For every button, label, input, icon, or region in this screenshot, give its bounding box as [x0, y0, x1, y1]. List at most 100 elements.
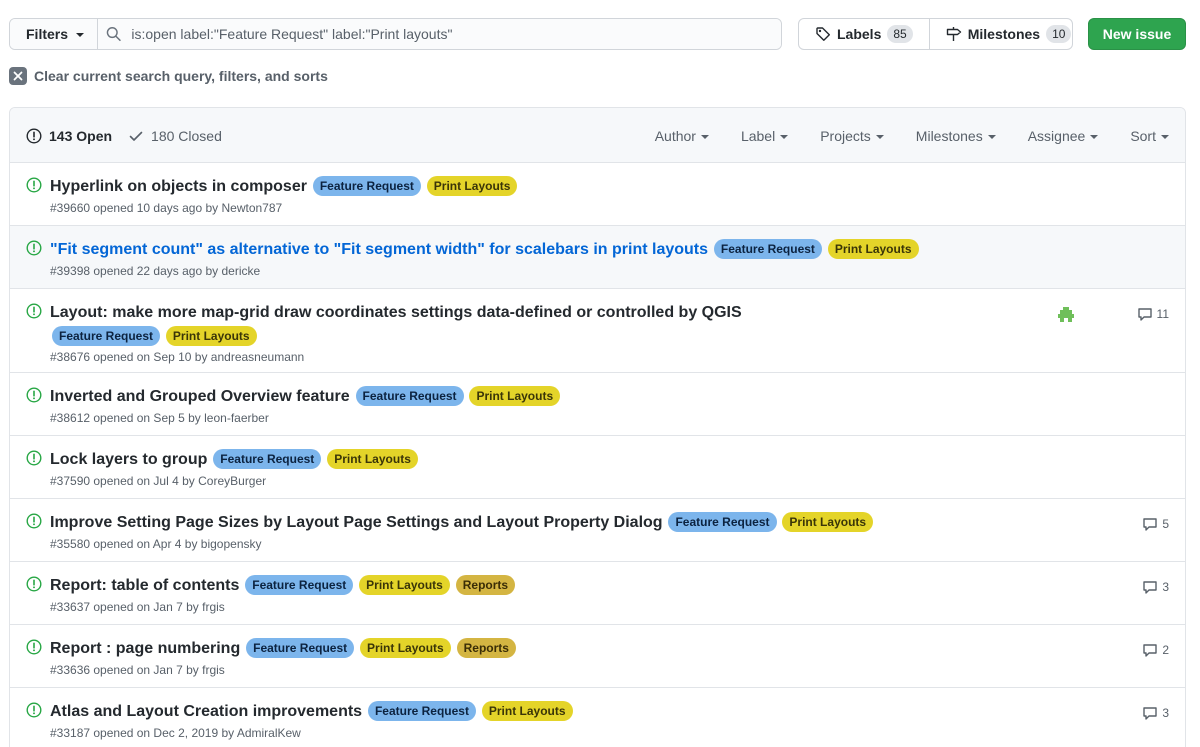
- label-print-layouts[interactable]: Print Layouts: [469, 386, 561, 407]
- issue-row[interactable]: Report: table of contents Feature Reques…: [10, 562, 1185, 625]
- label-print-layouts[interactable]: Print Layouts: [165, 326, 257, 347]
- issue-row[interactable]: "Fit segment count" as alternative to "F…: [10, 226, 1185, 289]
- filters-button[interactable]: Filters: [10, 19, 98, 49]
- milestones-label: Milestones: [967, 26, 1041, 42]
- label-print-layouts[interactable]: Print Layouts: [359, 575, 450, 596]
- label-feature-request[interactable]: Feature Request: [355, 386, 464, 407]
- label-print-layouts[interactable]: Print Layouts: [782, 512, 874, 533]
- open-count: 143 Open: [49, 127, 113, 144]
- issue-title-link[interactable]: Hyperlink on objects in composer: [50, 178, 307, 195]
- projects-filter[interactable]: Projects: [820, 128, 884, 144]
- issue-row[interactable]: Inverted and Grouped Overview feature Fe…: [10, 373, 1185, 436]
- label-print-layouts[interactable]: Print Layouts: [481, 701, 573, 722]
- label-feature-request[interactable]: Feature Request: [245, 575, 354, 596]
- labels-button[interactable]: Labels 85: [799, 19, 929, 49]
- comment-icon: [1143, 707, 1158, 720]
- close-icon: [9, 67, 27, 85]
- chevron-down-icon: [780, 134, 789, 139]
- issue-row[interactable]: Hyperlink on objects in composer Feature…: [10, 163, 1185, 226]
- tag-icon: [816, 27, 830, 41]
- issue-opened-icon: [26, 513, 42, 529]
- avatar-icon[interactable]: [1057, 306, 1075, 324]
- issue-title-link[interactable]: Improve Setting Page Sizes by Layout Pag…: [50, 514, 663, 531]
- comments-link[interactable]: 3: [1142, 579, 1169, 595]
- issue-opened-icon: [26, 450, 42, 466]
- issue-main: Improve Setting Page Sizes by Layout Pag…: [50, 510, 1050, 551]
- issue-row[interactable]: Improve Setting Page Sizes by Layout Pag…: [10, 499, 1185, 562]
- comments-link[interactable]: 5: [1142, 516, 1169, 532]
- issue-main: Report: table of contents Feature Reques…: [50, 573, 1050, 614]
- issue-row[interactable]: Lock layers to group Feature Request Pri…: [10, 436, 1185, 499]
- label-print-layouts[interactable]: Print Layouts: [827, 239, 919, 260]
- author-filter[interactable]: Author: [655, 128, 709, 144]
- issue-meta: #33636 opened on Jan 7 by frgis: [50, 662, 225, 677]
- clear-filters-label: Clear current search query, filters, and…: [34, 68, 328, 84]
- issue-meta: #39660 opened 10 days ago by Newton787: [50, 200, 283, 215]
- milestone-icon: [946, 27, 961, 41]
- closed-issues-tab[interactable]: 180 Closed: [128, 128, 222, 144]
- label-reports[interactable]: Reports: [455, 575, 516, 596]
- label-feature-request[interactable]: Feature Request: [52, 326, 161, 347]
- issue-opened-icon: [26, 702, 42, 718]
- issue-main: Report : page numbering Feature Request …: [50, 636, 1050, 677]
- comments-count: 3: [1162, 706, 1169, 720]
- assignee-filter-label: Assignee: [1027, 127, 1086, 144]
- issue-title-link[interactable]: Lock layers to group: [50, 451, 207, 468]
- projects-filter-label: Projects: [820, 127, 871, 144]
- issue-meta: #33187 opened on Dec 2, 2019 by AdmiralK…: [50, 725, 301, 740]
- issue-opened-icon: [26, 639, 42, 655]
- label-feature-request[interactable]: Feature Request: [246, 638, 355, 659]
- label-print-layouts[interactable]: Print Layouts: [360, 638, 451, 659]
- comments-count: 2: [1162, 643, 1169, 657]
- issue-opened-icon: [26, 240, 42, 256]
- comments-count: 3: [1162, 580, 1169, 594]
- label-reports[interactable]: Reports: [456, 638, 516, 659]
- issue-title-link[interactable]: Layout: make more map-grid draw coordina…: [50, 304, 742, 321]
- issue-row[interactable]: Layout: make more map-grid draw coordina…: [10, 289, 1185, 373]
- issue-main: "Fit segment count" as alternative to "F…: [50, 237, 1050, 278]
- open-issues-tab[interactable]: 143 Open: [26, 128, 112, 144]
- label-feature-request[interactable]: Feature Request: [668, 512, 777, 533]
- filters-label: Filters: [26, 26, 69, 42]
- filters-search-group: Filters: [9, 18, 782, 50]
- comments-link[interactable]: 2: [1142, 642, 1169, 658]
- issue-title-link[interactable]: Atlas and Layout Creation improvements: [50, 703, 362, 720]
- issue-row[interactable]: Atlas and Layout Creation improvements F…: [10, 688, 1185, 747]
- issue-meta: #39398 opened 22 days ago by dericke: [50, 263, 261, 278]
- issue-states: 143 Open 180 Closed: [26, 108, 222, 163]
- sort-filter[interactable]: Sort: [1130, 128, 1169, 144]
- label-filter-label: Label: [740, 127, 776, 144]
- check-icon: [129, 131, 143, 141]
- label-filter[interactable]: Label: [740, 127, 789, 144]
- comments-link[interactable]: 11: [1137, 306, 1169, 322]
- issue-title-line: Atlas and Layout Creation improvements F…: [50, 699, 1050, 723]
- issue-meta: #38676 opened on Sep 10 by andreasneuman…: [50, 349, 305, 364]
- label-feature-request[interactable]: Feature Request: [367, 701, 476, 722]
- milestones-filter[interactable]: Milestones: [916, 128, 996, 144]
- issue-main: Inverted and Grouped Overview feature Fe…: [50, 384, 1050, 425]
- issue-title-line: Report: table of contents Feature Reques…: [50, 573, 1050, 597]
- comments-link[interactable]: 3: [1142, 705, 1169, 721]
- label-print-layouts[interactable]: Print Layouts: [327, 449, 418, 470]
- assignee-filter[interactable]: Assignee: [1028, 128, 1099, 144]
- clear-filters-link[interactable]: Clear current search query, filters, and…: [9, 67, 328, 85]
- search-input[interactable]: [131, 26, 781, 42]
- comment-icon: [1143, 644, 1158, 657]
- issue-title-link[interactable]: "Fit segment count" as alternative to "F…: [50, 241, 708, 258]
- label-feature-request[interactable]: Feature Request: [213, 449, 322, 470]
- label-feature-request[interactable]: Feature Request: [312, 176, 421, 197]
- author-filter-label: Author: [654, 127, 696, 144]
- search-box[interactable]: [98, 19, 781, 49]
- search-icon: [106, 27, 121, 42]
- label-feature-request[interactable]: Feature Request: [713, 239, 822, 260]
- label-print-layouts[interactable]: Print Layouts: [426, 176, 518, 197]
- issue-opened-icon: [26, 387, 42, 403]
- issue-row[interactable]: Report : page numbering Feature Request …: [10, 625, 1185, 688]
- milestones-button[interactable]: Milestones 10: [928, 19, 1072, 49]
- labels-label: Labels: [837, 26, 882, 42]
- issue-title-link[interactable]: Inverted and Grouped Overview feature: [50, 388, 350, 405]
- issue-title-link[interactable]: Report : page numbering: [50, 640, 240, 657]
- new-issue-button[interactable]: New issue: [1088, 18, 1186, 50]
- issue-title-link[interactable]: Report: table of contents: [50, 577, 239, 594]
- milestones-count: 10: [1046, 25, 1072, 43]
